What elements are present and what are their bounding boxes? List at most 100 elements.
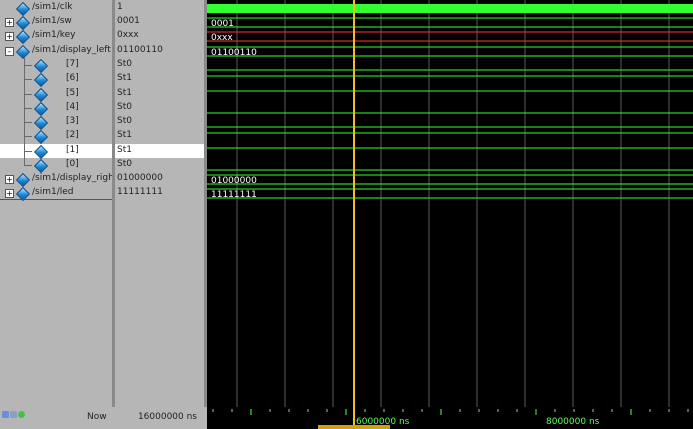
signal-name: /sim1/display_left <box>32 45 111 55</box>
value-row[interactable]: St0 <box>115 101 204 115</box>
waveform-value-label: 01000000 <box>211 176 257 186</box>
signal-row[interactable]: [4] <box>0 101 112 117</box>
signal-row[interactable]: + /sim1/key <box>0 29 112 45</box>
signal-value: St1 <box>117 145 132 155</box>
signal-icon <box>15 44 31 60</box>
waveform-value-label: 11111111 <box>211 190 257 200</box>
tree-connector <box>24 65 32 66</box>
signal-waveform[interactable]: 0001 <box>207 17 693 29</box>
value-row[interactable]: 0001 <box>115 15 204 29</box>
signal-name: [2] <box>66 130 79 140</box>
signal-row[interactable]: /sim1/clk <box>0 1 112 17</box>
signal-name: [4] <box>66 102 79 112</box>
tree-connector <box>24 58 25 166</box>
value-row[interactable]: 01000000 <box>115 172 204 186</box>
signal-row[interactable]: [0] <box>0 158 112 174</box>
time-ruler[interactable]: 6000000 ns 8000000 ns <box>207 407 693 429</box>
signal-name: [0] <box>66 159 79 169</box>
signal-icon <box>15 15 31 31</box>
signal-name: /sim1/clk <box>32 2 73 12</box>
signal-row[interactable]: [2] <box>0 129 112 145</box>
signal-name: /sim1/led <box>32 187 74 197</box>
signal-waveform[interactable] <box>207 4 693 13</box>
name-divider <box>0 199 112 200</box>
value-row[interactable]: 1 <box>115 1 204 15</box>
now-label: Now <box>87 412 107 422</box>
signal-icon <box>33 101 49 117</box>
signal-icon <box>15 29 31 45</box>
signal-icon <box>33 58 49 74</box>
signal-value: 01000000 <box>117 173 163 183</box>
signal-value: St1 <box>117 88 132 98</box>
signal-icon <box>33 87 49 103</box>
value-row[interactable]: St1 <box>115 144 204 158</box>
value-row[interactable]: 01100110 <box>115 44 204 58</box>
signal-icon <box>33 158 49 174</box>
signal-row[interactable]: [7] <box>0 58 112 74</box>
tree-connector <box>24 79 32 80</box>
add-cursor-icon[interactable] <box>18 411 25 418</box>
toolbar-icons <box>2 411 26 421</box>
signal-icon <box>33 129 49 145</box>
signal-value: St0 <box>117 159 132 169</box>
signal-row[interactable]: + /sim1/display_right <box>0 172 117 188</box>
tree-connector <box>24 151 32 152</box>
signal-row[interactable]: + /sim1/sw <box>0 15 112 31</box>
signal-row[interactable]: + /sim1/led <box>0 186 112 202</box>
signal-row[interactable]: [1] <box>0 144 112 160</box>
expand-icon[interactable]: + <box>5 175 14 184</box>
collapse-icon[interactable]: - <box>5 47 14 56</box>
signal-waveform[interactable]: 11111111 <box>207 188 693 200</box>
value-row[interactable]: St1 <box>115 87 204 101</box>
tree-connector <box>24 122 32 123</box>
signal-icon <box>33 144 49 160</box>
value-row[interactable]: St0 <box>115 158 204 172</box>
signal-row[interactable]: [3] <box>0 115 112 131</box>
signal-name: [1] <box>66 145 79 155</box>
signal-waveform[interactable]: 01000000 <box>207 174 693 186</box>
signal-name: [5] <box>66 88 79 98</box>
wave-icon[interactable] <box>10 411 17 418</box>
expand-icon[interactable]: + <box>5 18 14 27</box>
time-cursor[interactable] <box>353 0 355 429</box>
signal-icon <box>15 172 31 188</box>
value-row[interactable]: 0xxx <box>115 29 204 43</box>
now-value: 16000000 ns <box>137 412 197 422</box>
signal-name: /sim1/sw <box>32 16 72 26</box>
signal-value: 0xxx <box>117 30 139 40</box>
signal-value-pane: 1 0001 0xxx 01100110 St0 St1 St1 St0 St0 St1 St1 St… <box>115 0 204 407</box>
tree-connector <box>24 108 32 109</box>
value-row[interactable]: St0 <box>115 58 204 72</box>
value-row[interactable]: 11111111 <box>115 186 204 200</box>
signal-name-pane: /sim1/clk + /sim1/sw + /sim1/key - /sim1/displ… <box>0 0 117 407</box>
signal-row[interactable]: [6] <box>0 72 112 88</box>
time-ruler-ticks <box>212 409 689 415</box>
waveform-value-label: 0xxx <box>211 33 233 43</box>
signal-value: St0 <box>117 116 132 126</box>
zoom-icon[interactable] <box>2 411 9 418</box>
value-row[interactable]: St1 <box>115 129 204 143</box>
waveform-pane[interactable]: 0001 0xxx 01100110 01000000 11111111 <box>207 0 693 407</box>
waveform-value-label: 01100110 <box>211 48 257 58</box>
signal-waveform[interactable]: 01100110 <box>207 46 693 58</box>
signal-value: 11111111 <box>117 187 163 197</box>
value-row[interactable]: St0 <box>115 115 204 129</box>
expand-icon[interactable]: + <box>5 189 14 198</box>
waveform-canvas[interactable]: 0001 0xxx 01100110 01000000 11111111 <box>207 0 693 407</box>
tree-connector <box>24 94 32 95</box>
signal-name: /sim1/key <box>32 30 76 40</box>
cursor-flag[interactable] <box>318 425 390 429</box>
signal-value: St1 <box>117 73 132 83</box>
tree-connector <box>24 165 32 166</box>
signal-value: 01100110 <box>117 45 163 55</box>
expand-icon[interactable]: + <box>5 32 14 41</box>
value-row[interactable]: St1 <box>115 72 204 86</box>
waveform-value-label: 0001 <box>211 19 234 29</box>
signal-value: 1 <box>117 2 123 12</box>
signal-icon <box>15 1 31 17</box>
signal-icon <box>33 115 49 131</box>
signal-waveform[interactable]: 0xxx <box>207 31 693 43</box>
signal-row[interactable]: [5] <box>0 87 112 103</box>
signal-name: [7] <box>66 59 79 69</box>
signal-row[interactable]: - /sim1/display_left <box>0 44 112 60</box>
